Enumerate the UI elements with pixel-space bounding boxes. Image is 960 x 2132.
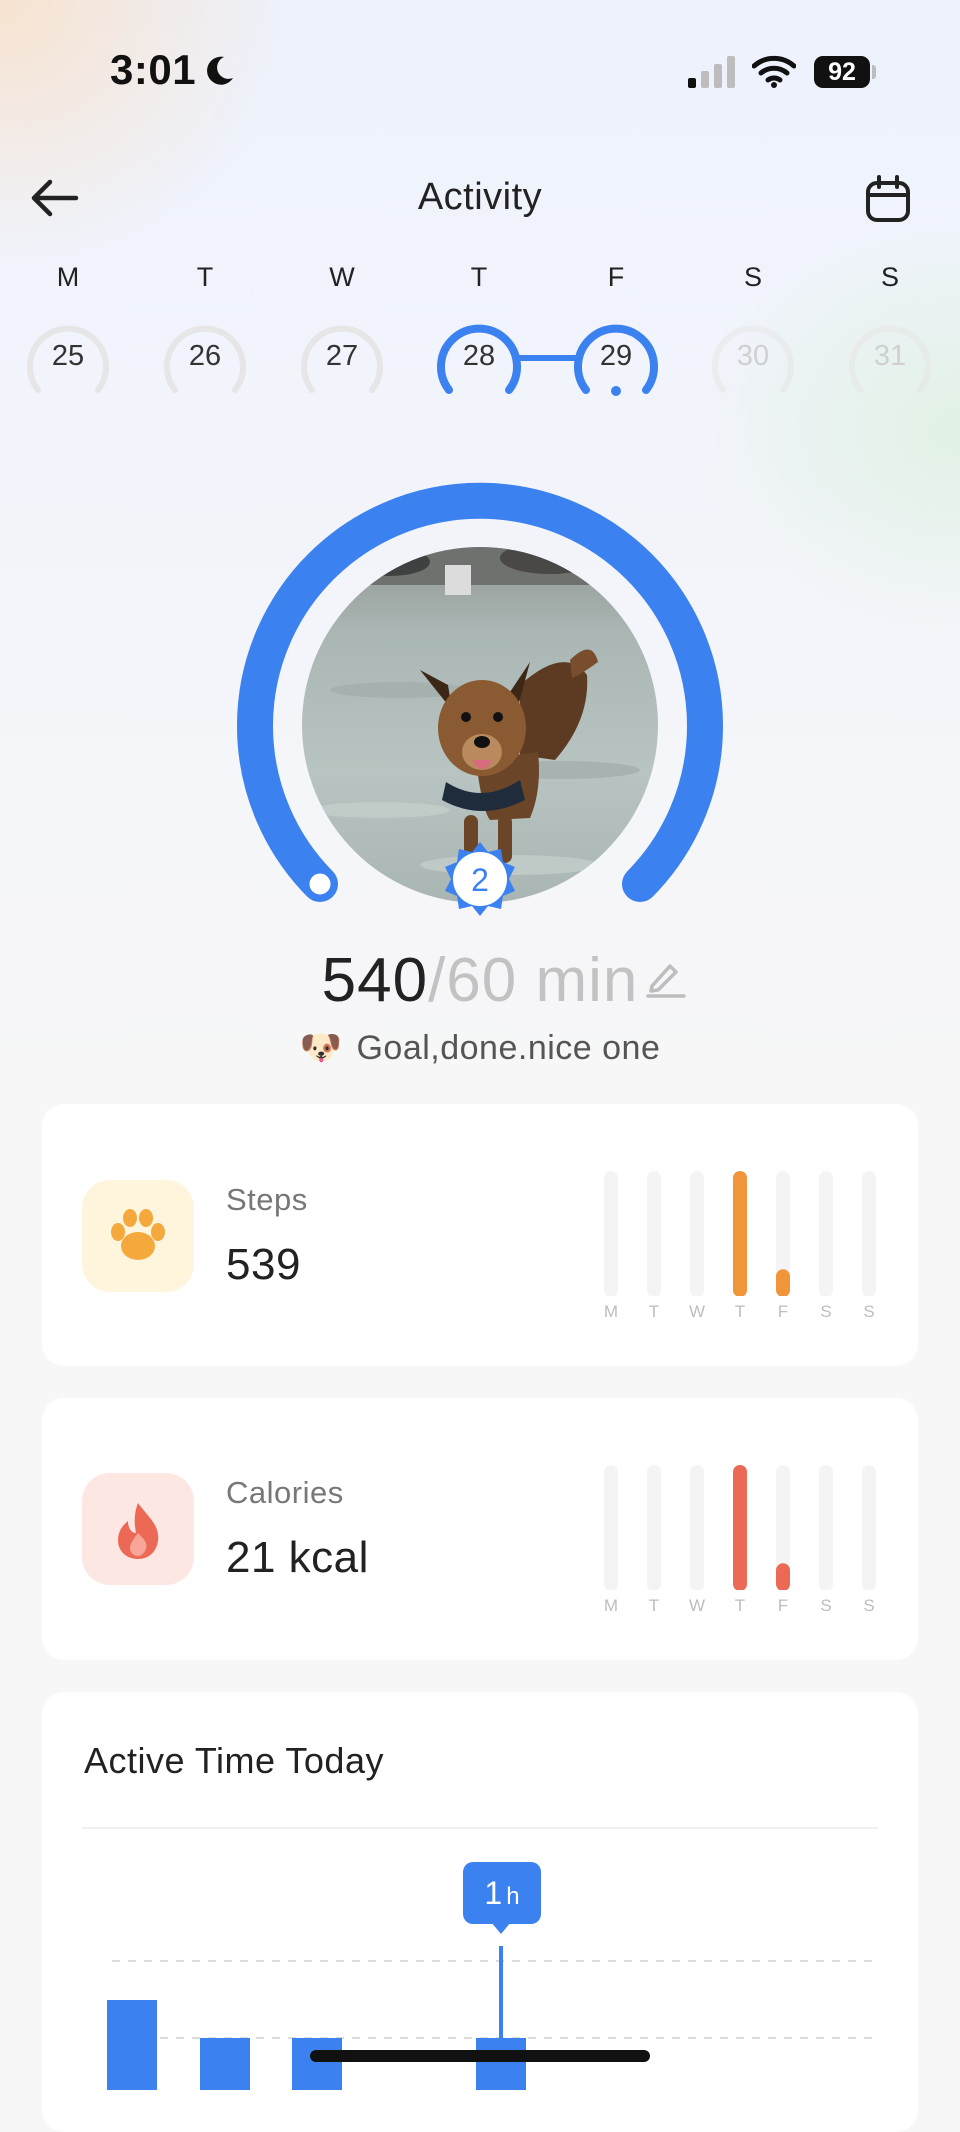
- calories-day-label: M: [603, 1596, 619, 1615]
- day-25[interactable]: 25: [23, 340, 113, 373]
- day-27[interactable]: 27: [297, 340, 387, 373]
- calories-day-label: F: [777, 1596, 789, 1615]
- steps-weekly-chart: [604, 1171, 876, 1296]
- tooltip-unit: h: [506, 1883, 520, 1910]
- hour-bar: [107, 2000, 157, 2090]
- goal-summary: 540/60 min: [0, 945, 960, 1016]
- calories-day-label: T: [648, 1596, 660, 1615]
- day-letter-thu: T: [470, 262, 488, 292]
- calories-value: 21 kcal: [226, 1533, 369, 1582]
- steps-day-label: S: [863, 1302, 875, 1321]
- day-letter-mon: M: [56, 262, 80, 292]
- calendar-icon[interactable]: [864, 174, 912, 224]
- calories-label: Calories: [226, 1475, 344, 1510]
- flame-icon: [118, 1503, 159, 1559]
- hour-bar: [292, 2038, 342, 2090]
- calories-day-label: S: [820, 1596, 832, 1615]
- day-28[interactable]: 28: [434, 340, 524, 373]
- day-26[interactable]: 26: [160, 340, 250, 373]
- steps-bar-track: [690, 1171, 704, 1296]
- section-divider: [82, 1827, 878, 1829]
- calories-day-label: W: [688, 1596, 706, 1615]
- steps-day-label: T: [648, 1302, 660, 1321]
- calories-bar-track: [862, 1465, 876, 1590]
- battery-indicator: 92: [814, 56, 870, 88]
- active-time-title: Active Time Today: [84, 1740, 384, 1781]
- steps-day-label: T: [734, 1302, 746, 1321]
- streak-badge-count: 2: [471, 862, 489, 898]
- tooltip-value: 1: [484, 1875, 503, 1911]
- goal-message-text: Goal,done.nice one: [356, 1029, 661, 1067]
- hour-bar: [476, 2038, 526, 2090]
- steps-bar: [776, 1269, 790, 1296]
- hour-bar: [200, 2038, 250, 2090]
- day-letter-sat: S: [743, 262, 762, 292]
- selected-day-dot: [611, 386, 621, 396]
- steps-day-label: W: [688, 1302, 706, 1321]
- day-letter-sun: S: [880, 262, 899, 292]
- steps-icon-tile: [82, 1180, 194, 1292]
- paw-icon: [111, 1209, 165, 1260]
- page-title: Activity: [417, 176, 543, 218]
- calories-bar-track: [819, 1465, 833, 1590]
- active-time-tooltip: 1h: [463, 1862, 541, 1924]
- wifi-icon: [752, 55, 796, 88]
- day-31[interactable]: 31: [845, 340, 935, 373]
- steps-day-label: S: [820, 1302, 832, 1321]
- steps-bar: [733, 1171, 747, 1296]
- dog-emoji-icon: 🐶: [299, 1029, 343, 1067]
- calories-icon-tile: [82, 1473, 194, 1585]
- calories-bar-track: [604, 1465, 618, 1590]
- calories-day-label: T: [734, 1596, 746, 1615]
- goal-target: 60 min: [446, 946, 639, 1015]
- steps-day-label: M: [603, 1302, 619, 1321]
- steps-day-label: F: [777, 1302, 789, 1321]
- goal-separator: /: [428, 946, 447, 1015]
- day-letter-tue: T: [196, 262, 214, 292]
- active-minutes-value: 540: [321, 946, 429, 1015]
- day-30[interactable]: 30: [708, 340, 798, 373]
- calories-bar: [776, 1563, 790, 1590]
- calories-bar-track: [690, 1465, 704, 1590]
- edit-goal-icon[interactable]: [644, 956, 686, 998]
- calories-bar: [733, 1465, 747, 1590]
- battery-tip: [872, 65, 876, 79]
- calories-bar-track: [647, 1465, 661, 1590]
- calories-weekly-chart: [604, 1465, 876, 1590]
- steps-bar-track: [604, 1171, 618, 1296]
- day-letter-fri: F: [607, 262, 625, 292]
- moon-icon: [207, 56, 233, 85]
- steps-label: Steps: [226, 1182, 308, 1217]
- arc-start-knob: [304, 868, 336, 900]
- day-29[interactable]: 29: [571, 340, 661, 373]
- day-letter-wed: W: [329, 262, 355, 292]
- activity-goal-ring: 2: [237, 482, 723, 916]
- goal-message: 🐶 Goal,done.nice one: [0, 1028, 960, 1068]
- cellular-signal-icon: [688, 56, 735, 88]
- home-indicator[interactable]: [310, 2050, 650, 2062]
- steps-bar-track: [647, 1171, 661, 1296]
- calories-day-label: S: [863, 1596, 875, 1615]
- steps-value: 539: [226, 1240, 301, 1289]
- status-time: 3:01: [110, 46, 197, 93]
- steps-bar-track: [862, 1171, 876, 1296]
- steps-bar-track: [819, 1171, 833, 1296]
